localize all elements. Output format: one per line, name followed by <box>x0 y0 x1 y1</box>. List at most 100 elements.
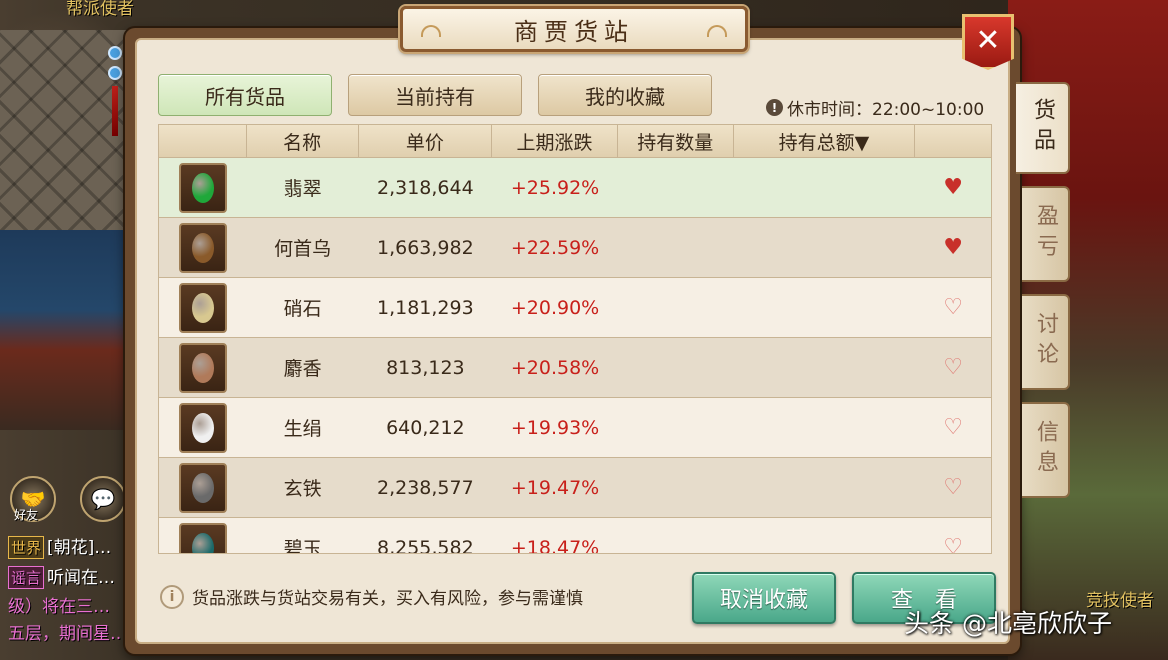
chat-channel-tag: 世界 <box>8 536 45 559</box>
market-time-text: 休市时间：22:00~10:00 <box>787 100 985 120</box>
black-iron-icon <box>178 462 227 513</box>
chat-channel-tag: 谣言 <box>8 566 45 589</box>
item-icon-cell <box>159 458 247 517</box>
header-change[interactable]: 上期涨跌 <box>492 125 618 157</box>
chat-text: [朝花]… <box>47 538 112 558</box>
unfavorite-button[interactable]: 取消收藏 <box>692 572 836 624</box>
item-icon-cell <box>159 158 247 217</box>
goods-table[interactable]: 名称 单价 上期涨跌 持有数量 持有总额▼ 翡翠 2,318,644 +25.92%… <box>158 124 992 554</box>
close-button[interactable]: ✕ <box>962 14 1014 70</box>
tab-current-holdings[interactable]: 当前持有 <box>348 74 522 116</box>
chat-line[interactable]: 世界 [朝花]… <box>8 533 111 559</box>
item-price: 8,255,582 <box>377 536 474 554</box>
header-name[interactable]: 名称 <box>247 125 359 157</box>
table-row[interactable]: 生绢 640,212 +19.93% ♡ <box>159 398 991 458</box>
item-icon-cell <box>159 518 247 553</box>
item-price: 1,181,293 <box>377 296 474 319</box>
alert-icon: ! <box>766 99 783 116</box>
side-tab-label: 信息 <box>1033 420 1058 480</box>
item-name: 碧玉 <box>283 538 322 554</box>
chat-line[interactable]: 五层，期间星… <box>8 619 127 644</box>
item-icon-cell <box>159 278 247 337</box>
side-tab-info[interactable]: 信息 <box>1022 402 1070 498</box>
item-icon-cell <box>159 338 247 397</box>
table-row[interactable]: 麝香 813,123 +20.58% ♡ <box>159 338 991 398</box>
favorite-cell: ♡ <box>915 278 991 337</box>
item-name: 何首乌 <box>274 238 332 260</box>
table-row[interactable]: 碧玉 8,255,582 +18.47% ♡ <box>159 518 991 554</box>
chat-bubble-icon[interactable]: 💬 <box>80 476 126 522</box>
chat-line[interactable]: 级）将在三… <box>8 592 110 617</box>
jade-icon <box>178 162 227 213</box>
building-roof <box>0 230 130 430</box>
heart-outline-icon[interactable]: ♡ <box>943 416 963 439</box>
favorite-cell: ♡ <box>915 338 991 397</box>
item-total <box>734 458 916 517</box>
item-price: 1,663,982 <box>377 236 474 259</box>
table-row[interactable]: 玄铁 2,238,577 +19.47% ♡ <box>159 458 991 518</box>
heart-filled-icon[interactable]: ♥ <box>943 176 963 199</box>
chat-line[interactable]: 谣言 听闻在… <box>8 563 115 589</box>
table-row[interactable]: 硝石 1,181,293 +20.90% ♡ <box>159 278 991 338</box>
risk-warning-text: 货品涨跌与货站交易有关，买入有风险，参与需谨慎 <box>192 589 583 609</box>
npc-name-top[interactable]: 帮派使者 <box>66 0 134 19</box>
table-header: 名称 单价 上期涨跌 持有数量 持有总额▼ <box>159 125 991 158</box>
header-quantity[interactable]: 持有数量 <box>618 125 734 157</box>
item-quantity <box>618 518 734 553</box>
favorite-cell: ♥ <box>915 218 991 277</box>
item-total <box>734 158 916 217</box>
heart-outline-icon[interactable]: ♡ <box>943 296 963 319</box>
item-change: +22.59% <box>510 236 600 259</box>
favorite-cell: ♡ <box>915 458 991 517</box>
panel-title-plate: 商贾货站 <box>400 6 748 52</box>
heart-outline-icon[interactable]: ♡ <box>943 356 963 379</box>
side-tab-label: 讨论 <box>1033 312 1058 372</box>
table-body: 翡翠 2,318,644 +25.92% ♥ 何首乌 1,663,982 +22.59% ♥ 硝… <box>159 158 991 554</box>
item-quantity <box>618 158 734 217</box>
friend-label: 好友 <box>14 508 39 522</box>
item-total <box>734 518 916 553</box>
item-quantity <box>618 218 734 277</box>
chat-text: 听闻在… <box>47 568 116 588</box>
item-price: 2,318,644 <box>377 176 474 199</box>
item-change: +20.58% <box>510 356 600 379</box>
side-tab-profit[interactable]: 盈亏 <box>1022 186 1070 282</box>
item-price: 640,212 <box>386 416 465 439</box>
item-change: +19.47% <box>510 476 600 499</box>
jasper-icon <box>178 522 227 553</box>
side-tab-discuss[interactable]: 讨论 <box>1022 294 1070 390</box>
side-tab-label: 货品 <box>1030 98 1055 158</box>
saltpeter-icon <box>178 282 227 333</box>
item-icon-cell <box>159 398 247 457</box>
header-total[interactable]: 持有总额▼ <box>734 125 916 157</box>
item-quantity <box>618 338 734 397</box>
table-row[interactable]: 翡翠 2,318,644 +25.92% ♥ <box>159 158 991 218</box>
item-price: 813,123 <box>386 356 465 379</box>
risk-warning: i 货品涨跌与货站交易有关，买入有风险，参与需谨慎 <box>160 584 583 609</box>
header-price[interactable]: 单价 <box>359 125 493 157</box>
swirl-ornament <box>421 25 441 37</box>
musk-icon <box>178 342 227 393</box>
item-quantity <box>618 278 734 337</box>
heart-filled-icon[interactable]: ♥ <box>943 236 963 259</box>
item-total <box>734 398 916 457</box>
table-row[interactable]: 何首乌 1,663,982 +22.59% ♥ <box>159 218 991 278</box>
header-favorite-col <box>915 125 991 157</box>
side-tab-goods[interactable]: 货品 <box>1016 82 1070 174</box>
tab-all-goods[interactable]: 所有货品 <box>158 74 332 116</box>
item-total <box>734 218 916 277</box>
item-change: +25.92% <box>510 176 600 199</box>
item-name: 麝香 <box>283 358 322 380</box>
hanging-ornament <box>108 40 122 170</box>
item-quantity <box>618 458 734 517</box>
raw-silk-icon <box>178 402 227 453</box>
heart-outline-icon[interactable]: ♡ <box>943 536 963 553</box>
item-change: +18.47% <box>510 536 600 554</box>
tab-my-favorites[interactable]: 我的收藏 <box>538 74 712 116</box>
item-price: 2,238,577 <box>377 476 474 499</box>
side-tab-label: 盈亏 <box>1033 204 1058 264</box>
item-name: 玄铁 <box>283 478 322 500</box>
favorite-cell: ♥ <box>915 158 991 217</box>
heart-outline-icon[interactable]: ♡ <box>943 476 963 499</box>
market-close-time: ! 休市时间：22:00~10:00 <box>766 95 984 120</box>
